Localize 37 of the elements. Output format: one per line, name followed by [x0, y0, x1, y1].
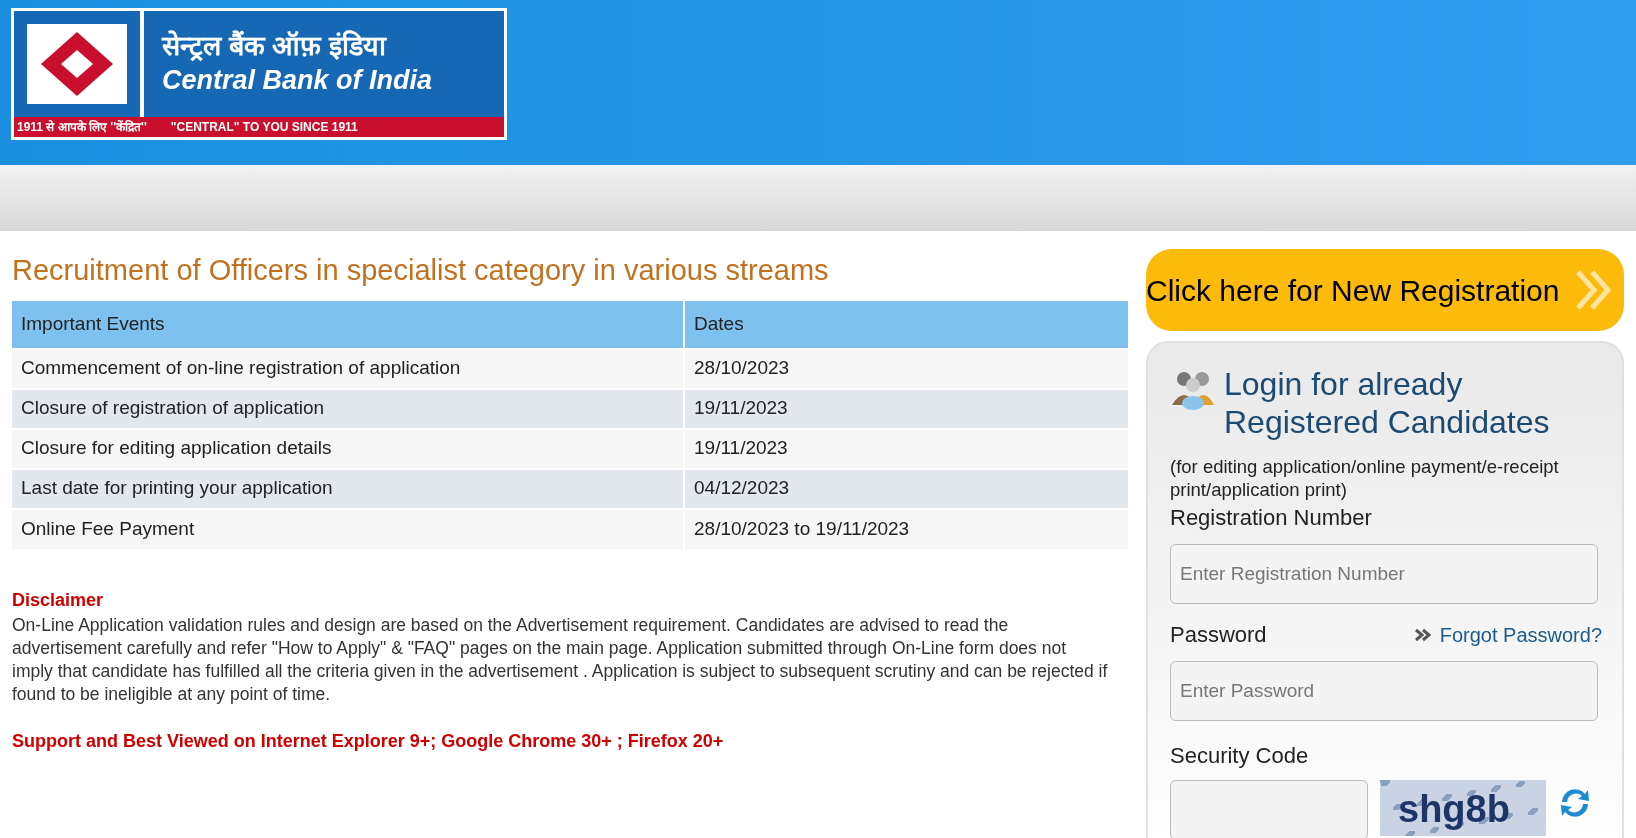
table-cell: Commencement of on-line registration of application: [12, 348, 684, 389]
refresh-icon[interactable]: [1558, 786, 1592, 820]
table-cell: 04/12/2023: [684, 468, 1129, 509]
logo-tagline-hindi: 1911 से आपके लिए ''केंद्रित'': [17, 119, 147, 136]
table-cell: 19/11/2023: [684, 388, 1129, 429]
captcha-text: shg8b: [1398, 790, 1510, 828]
registration-number-field[interactable]: Enter Registration Number: [1170, 544, 1598, 604]
logo-hindi-name: सेन्ट्रल बैंक ऑफ़ इंडिया: [162, 30, 388, 64]
password-label: Password: [1170, 621, 1267, 649]
double-chevron-icon: [1574, 268, 1614, 312]
table-cell: Closure of registration of application: [12, 388, 684, 429]
security-code-field[interactable]: [1170, 780, 1368, 838]
users-icon: [1170, 369, 1216, 411]
page-title: Recruitment of Officers in specialist category in various streams: [12, 253, 830, 288]
column-header: Dates: [684, 300, 1129, 349]
logo-tagline-english: "CENTRAL" TO YOU SINCE 1911: [170, 119, 358, 136]
security-code-label: Security Code: [1170, 742, 1310, 770]
login-subtitle: (for editing application/online payment/e-receipt print/application print): [1170, 455, 1560, 501]
table-cell: 28/10/2023 to 19/11/2023: [684, 508, 1129, 549]
login-title: Registered Candidates: [1224, 403, 1550, 441]
table-cell: Closure for editing application details: [12, 428, 684, 469]
double-chevron-icon: [1413, 627, 1432, 642]
registration-label: Registration Number: [1170, 504, 1373, 532]
column-header: Important Events: [12, 300, 684, 349]
disclaimer-title: Disclaimer: [12, 588, 105, 612]
login-title: Login for already: [1224, 365, 1464, 403]
table-cell: Online Fee Payment: [12, 508, 684, 549]
table-cell: 19/11/2023: [684, 428, 1129, 469]
bank-emblem-icon: [27, 24, 127, 104]
new-registration-button[interactable]: Click here for New Registration: [1146, 249, 1624, 331]
table-cell: Last date for printing your application: [12, 468, 684, 509]
disclaimer-text: On-Line Application validation rules and design are based on the Advertisement requirement. Candidates are advised to read the advertisement carefully and refer "How to Apply" & "FAQ" pages on the main page. Application submitted through On-Line form does not imply that candidate has fulfilled all the criteria given in the advertisement . Application is subject to subsequent scrutiny and can be rejected if found to be ineligible at any point of time.: [12, 613, 1109, 706]
password-field[interactable]: Enter Password: [1170, 661, 1598, 721]
logo-english-name: Central Bank of India: [162, 64, 433, 97]
browser-support-note: Support and Best Viewed on Internet Explorer 9+; Google Chrome 30+ ; Firefox 20+: [12, 729, 725, 753]
table-cell: 28/10/2023: [684, 348, 1129, 389]
forgot-password-link[interactable]: Forgot Password?: [1413, 619, 1602, 650]
